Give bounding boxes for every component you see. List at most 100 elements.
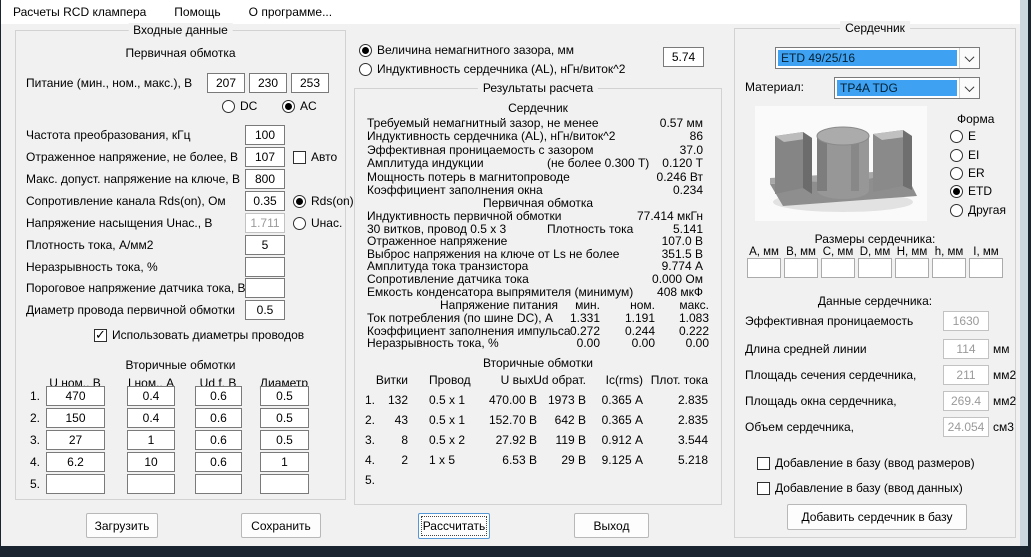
cell-wire: 0.5 x 1 — [429, 390, 465, 410]
reflected-voltage-input[interactable]: 107 — [245, 147, 285, 167]
cell-udrev: 1973 В — [548, 390, 586, 410]
load-button[interactable]: Загрузить — [86, 513, 158, 538]
use-diameters-checkbox[interactable]: Использовать диаметры проводов — [94, 328, 304, 342]
result-value: 0.234 — [673, 184, 703, 197]
dim-input-h-small[interactable] — [932, 258, 966, 278]
current-density-label: Плотность тока, А/мм2 — [26, 235, 153, 255]
sec-input-diam-1[interactable]: 0.5 — [260, 386, 309, 406]
add-core-to-db-button[interactable]: Добавить сердечник в базу — [787, 504, 967, 530]
dim-input-h-big[interactable] — [895, 258, 929, 278]
freq-input[interactable]: 100 — [245, 125, 285, 145]
usat-radio[interactable]: Uнас. — [293, 216, 342, 230]
sec-input-diam-5[interactable] — [260, 474, 309, 494]
add-to-db-data-checkbox-box — [757, 482, 770, 495]
add-to-db-dimensions-checkbox[interactable]: Добавление в базу (ввод размеров) — [757, 456, 975, 470]
shape-radio-other[interactable]: Другая — [950, 203, 1006, 217]
sec-input-unom-5[interactable] — [46, 474, 105, 494]
cell-wire: 0.5 x 1 — [429, 410, 465, 430]
sec-input-udf-5[interactable] — [195, 474, 242, 494]
dim-input-b[interactable] — [784, 258, 818, 278]
sec-input-udf-4[interactable]: 0.6 — [195, 452, 242, 472]
sec-input-unom-4[interactable]: 6.2 — [46, 452, 105, 472]
core-select[interactable]: ETD 49/25/16 — [775, 47, 980, 69]
menu-item-calculations[interactable]: Расчеты RCD клампера — [13, 0, 146, 24]
shape-radio-er[interactable]: ER — [950, 166, 985, 180]
usat-radio-circle — [293, 217, 306, 230]
dim-header-b: В, мм — [781, 246, 821, 258]
al-radio-circle — [359, 63, 372, 76]
cross-section-unit: мм2 — [993, 365, 1016, 385]
supply-max-input[interactable]: 253 — [291, 73, 329, 93]
add-to-db-data-checkbox[interactable]: Добавление в базу (ввод данных) — [757, 481, 963, 495]
result-label: Коэффициент заполнения окна — [367, 183, 543, 197]
sec-input-inom-4[interactable]: 10 — [127, 452, 175, 472]
dim-header-a: А, мм — [744, 246, 784, 258]
rds-input[interactable]: 0.35 — [245, 191, 285, 211]
results-secondary-row: 1. 132 0.5 x 1 470.00 В 1973 В 0.365 А 2… — [365, 390, 711, 410]
sec-input-inom-2[interactable]: 0.4 — [127, 408, 175, 428]
shape-radio-etd-circle — [950, 185, 963, 198]
dc-radio-circle — [222, 100, 235, 113]
core-select-value: ETD 49/25/16 — [778, 50, 957, 66]
primary-winding-title: Первичная обмотка — [125, 43, 235, 63]
gap-value-input[interactable]: 5.74 — [663, 47, 704, 67]
sense-threshold-input[interactable] — [245, 278, 285, 298]
result-value: 0.57 мм — [660, 117, 703, 130]
calculate-button[interactable]: Рассчитать — [418, 513, 490, 539]
al-radio[interactable]: Индуктивность сердечника (AL), нГн/виток… — [359, 62, 625, 76]
dim-input-c[interactable] — [821, 258, 855, 278]
shape-radio-e[interactable]: E — [950, 129, 976, 143]
menu-item-about[interactable]: О программе... — [249, 0, 332, 24]
auto-checkbox[interactable]: Авто — [293, 150, 337, 164]
cell-wire: 1 x 5 — [429, 450, 455, 470]
save-button[interactable]: Сохранить — [241, 513, 321, 538]
sec-input-inom-1[interactable]: 0.4 — [127, 386, 175, 406]
ac-radio[interactable]: AC — [282, 99, 317, 113]
max-switch-voltage-input[interactable]: 800 — [245, 169, 285, 189]
cell-density: 3.544 — [678, 430, 708, 450]
material-select-dropdown-button[interactable] — [959, 78, 979, 98]
row-number: 3. — [365, 430, 375, 450]
dim-header-d: D, мм — [855, 246, 895, 258]
shape-title: Форма — [957, 109, 994, 129]
cell-density: 5.218 — [678, 450, 708, 470]
dim-header-i: I, мм — [966, 246, 1006, 258]
exit-button[interactable]: Выход — [574, 513, 649, 538]
gap-size-radio[interactable]: Величина немагнитного зазора, мм — [359, 43, 574, 57]
shape-radio-etd[interactable]: ETD — [950, 184, 992, 198]
rds-radio[interactable]: Rds(on) — [293, 194, 354, 208]
dim-input-d[interactable] — [858, 258, 892, 278]
row-number: 5. — [365, 470, 375, 490]
shape-radio-ei[interactable]: EI — [950, 148, 979, 162]
dim-input-a[interactable] — [747, 258, 781, 278]
primary-wire-diameter-input[interactable]: 0.5 — [245, 300, 285, 320]
cell-wire: 0.5 x 2 — [429, 430, 465, 450]
supply-nom-input[interactable]: 230 — [249, 73, 287, 93]
sec-input-diam-3[interactable]: 0.5 — [260, 430, 309, 450]
continuity-input[interactable] — [245, 257, 285, 277]
sec-input-unom-1[interactable]: 470 — [46, 386, 105, 406]
sec-input-unom-2[interactable]: 150 — [46, 408, 105, 428]
shape-radio-e-circle — [950, 130, 963, 143]
dc-radio[interactable]: DC — [222, 99, 257, 113]
sec-input-udf-2[interactable]: 0.6 — [195, 408, 242, 428]
sec-input-udf-1[interactable]: 0.6 — [195, 386, 242, 406]
menu-item-help[interactable]: Помощь — [174, 0, 220, 24]
supply-min-input[interactable]: 207 — [207, 73, 245, 93]
supply-value: 0.00 — [686, 337, 709, 350]
core-select-dropdown-button[interactable] — [959, 48, 979, 68]
sec-input-unom-3[interactable]: 27 — [46, 430, 105, 450]
result-row: Мощность потерь в магнитопроводе0.246 Вт — [367, 171, 709, 184]
sec-input-udf-3[interactable]: 0.6 — [195, 430, 242, 450]
sec-input-diam-4[interactable]: 1 — [260, 452, 309, 472]
current-density-input[interactable]: 5 — [245, 235, 285, 255]
dim-input-i[interactable] — [969, 258, 1003, 278]
result-label: Индуктивность сердечника (AL), нГн/виток… — [367, 129, 615, 143]
core-volume-label: Объем сердечника, — [745, 417, 854, 437]
col-header-uout: U вых. — [501, 373, 537, 387]
sec-row-number: 1. — [30, 386, 40, 406]
sec-input-diam-2[interactable]: 0.5 — [260, 408, 309, 428]
sec-input-inom-3[interactable]: 1 — [127, 430, 175, 450]
sec-input-inom-5[interactable] — [127, 474, 175, 494]
material-select[interactable]: TP4A TDG — [834, 77, 980, 99]
